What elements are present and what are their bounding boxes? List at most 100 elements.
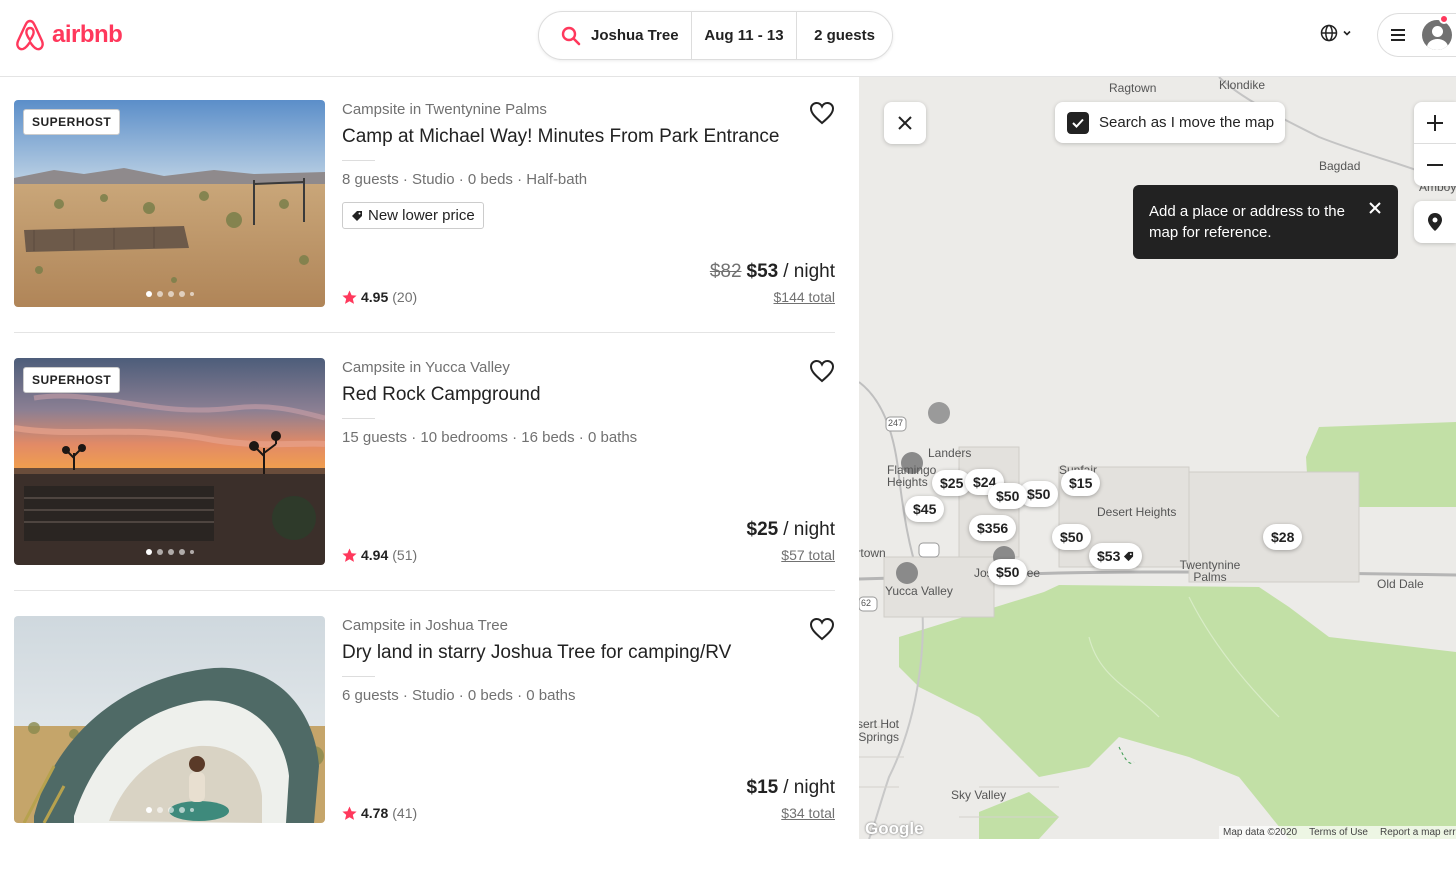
map-label-old-dale: Old Dale xyxy=(1377,577,1424,591)
zoom-out-button[interactable] xyxy=(1414,144,1456,186)
listing-card[interactable]: SUPERHOST Campsite in Twentynine Palms C… xyxy=(14,100,835,358)
plus-icon xyxy=(1427,114,1443,131)
carousel-dot[interactable] xyxy=(156,807,163,813)
carousel-dots[interactable] xyxy=(14,549,325,555)
map-price-pin[interactable]: $15 xyxy=(1061,470,1101,496)
map-price-pin[interactable]: $50 xyxy=(988,483,1028,509)
listing-rating: 4.95 (20) xyxy=(342,289,417,305)
carousel-dot[interactable] xyxy=(145,291,152,297)
heart-icon[interactable] xyxy=(809,359,835,383)
total-price-link[interactable]: $57 total xyxy=(781,547,835,563)
listing-details: 6 guests · Studio · 0 beds · 0 baths xyxy=(342,687,576,704)
carousel-dot[interactable] xyxy=(178,807,185,813)
total-price-link[interactable]: $144 total xyxy=(774,289,836,305)
carousel-dot[interactable] xyxy=(167,807,174,813)
carousel-dot[interactable] xyxy=(178,291,185,297)
listing-title[interactable]: Camp at Michael Way! Minutes From Park E… xyxy=(342,126,780,148)
carousel-dot[interactable] xyxy=(178,549,185,555)
divider xyxy=(342,676,375,677)
review-count: (20) xyxy=(392,289,418,305)
carousel-dot[interactable] xyxy=(167,291,174,297)
check-icon xyxy=(1072,118,1084,128)
listing-subtitle: Campsite in Twentynine Palms xyxy=(342,101,547,118)
tooltip-text: Add a place or address to the map for re… xyxy=(1149,203,1345,241)
header: airbnb Joshua Tree Aug 11 - 13 2 guests xyxy=(0,0,1456,77)
terms-link[interactable]: Terms of Use xyxy=(1309,827,1368,838)
search-icon xyxy=(561,26,581,45)
listing-title[interactable]: Dry land in starry Joshua Tree for campi… xyxy=(342,642,731,664)
map-label-desert-heights: Desert Heights xyxy=(1097,505,1177,519)
zoom-in-button[interactable] xyxy=(1414,102,1456,144)
search-checkbox[interactable] xyxy=(1067,111,1089,134)
close-icon[interactable] xyxy=(1366,199,1384,217)
heart-icon[interactable] xyxy=(809,101,835,125)
globe-icon xyxy=(1320,24,1338,42)
map-price-pin[interactable]: $50 xyxy=(988,559,1028,585)
avatar-icon xyxy=(1422,20,1452,50)
language-button[interactable] xyxy=(1320,24,1353,42)
divider xyxy=(342,160,375,161)
listing-rating: 4.78 (41) xyxy=(342,805,417,821)
tag-icon xyxy=(1124,551,1134,561)
star-icon xyxy=(342,806,357,820)
listing-photo[interactable] xyxy=(14,616,325,823)
listing-price: $25 / night xyxy=(747,519,835,541)
total-price-link[interactable]: $34 total xyxy=(781,805,835,821)
map-price-pin[interactable]: $50 xyxy=(1052,524,1092,550)
close-map-button[interactable] xyxy=(884,102,926,144)
carousel-dots[interactable] xyxy=(14,807,325,813)
heart-icon[interactable] xyxy=(809,617,835,641)
carousel-dot[interactable] xyxy=(189,550,194,554)
airbnb-logo[interactable]: airbnb xyxy=(14,18,123,52)
carousel-dot[interactable] xyxy=(145,807,152,813)
add-place-tooltip: Add a place or address to the map for re… xyxy=(1133,185,1398,259)
divider xyxy=(342,418,375,419)
map-price-pin-label: $53 xyxy=(1097,548,1121,564)
map-price-pin[interactable]: $45 xyxy=(905,496,945,522)
search-bar[interactable]: Joshua Tree Aug 11 - 13 2 guests xyxy=(538,11,893,60)
listing-divider xyxy=(14,590,835,591)
dates-segment[interactable]: Aug 11 - 13 xyxy=(691,12,796,59)
price-unit: / night xyxy=(783,261,835,282)
guests-segment[interactable]: 2 guests xyxy=(796,12,892,59)
listing-card[interactable]: SUPERHOST Campsite in Yucca Valley Red R… xyxy=(14,358,835,616)
close-icon xyxy=(898,116,912,130)
map-panel[interactable]: Ragtown Klondike Bagdad Amboy Landers Fl… xyxy=(859,77,1456,839)
map-price-pin[interactable]: $356 xyxy=(969,515,1017,541)
map-price-pin[interactable]: $53 xyxy=(1089,543,1143,569)
search-as-move-toggle[interactable]: Search as I move the map xyxy=(1055,102,1285,143)
carousel-dot[interactable] xyxy=(156,549,163,555)
current-price: $15 xyxy=(746,777,779,798)
route-247-label: 247 xyxy=(888,418,904,428)
listing-photo[interactable]: SUPERHOST xyxy=(14,358,325,565)
menu-icon xyxy=(1391,29,1405,41)
superhost-badge: SUPERHOST xyxy=(23,367,121,393)
carousel-dot[interactable] xyxy=(156,291,163,297)
price-unit: / night xyxy=(783,519,835,540)
listing-subtitle: Campsite in Joshua Tree xyxy=(342,617,508,634)
location-value: Joshua Tree xyxy=(591,27,679,44)
map-price-pin[interactable]: $28 xyxy=(1263,524,1303,550)
rating-score: 4.95 xyxy=(361,289,389,305)
listing-card[interactable]: Campsite in Joshua Tree Dry land in star… xyxy=(14,616,835,874)
listing-title[interactable]: Red Rock Campground xyxy=(342,384,541,406)
carousel-dot[interactable] xyxy=(189,808,194,812)
report-map-error-link[interactable]: Report a map error xyxy=(1380,827,1456,838)
badge-label: New lower price xyxy=(368,207,475,224)
carousel-dots[interactable] xyxy=(14,291,325,297)
current-price: $53 xyxy=(746,261,779,282)
dates-value: Aug 11 - 13 xyxy=(704,27,784,44)
listing-price: $15 / night xyxy=(747,777,835,799)
listing-photo[interactable]: SUPERHOST xyxy=(14,100,325,307)
carousel-dot[interactable] xyxy=(167,549,174,555)
star-icon xyxy=(342,290,357,304)
location-segment[interactable]: Joshua Tree xyxy=(539,12,691,59)
add-place-button[interactable] xyxy=(1414,201,1456,243)
carousel-dot[interactable] xyxy=(189,292,194,296)
map-label-klondike: Klondike xyxy=(1219,78,1266,92)
carousel-dot[interactable] xyxy=(145,549,152,555)
star-icon xyxy=(342,548,357,562)
tent-photo xyxy=(14,616,325,823)
review-count: (41) xyxy=(392,805,418,821)
google-logo[interactable]: Google xyxy=(865,819,924,839)
